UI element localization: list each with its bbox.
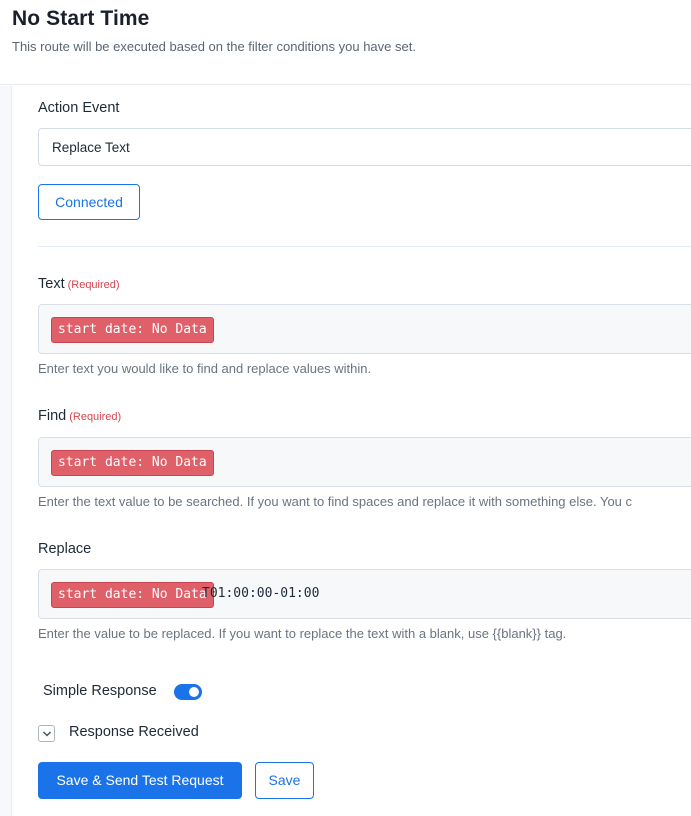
replace-input[interactable]: start date: No Data T01:00:00-01:00	[38, 569, 691, 619]
replace-label: Replace	[38, 541, 92, 557]
text-help: Enter text you would like to find and re…	[38, 361, 372, 376]
chevron-down-icon	[42, 731, 52, 737]
find-label: Find	[38, 408, 67, 424]
replace-help: Enter the value to be replaced. If you w…	[38, 626, 567, 641]
simple-response-label: Simple Response	[43, 683, 157, 699]
find-help: Enter the text value to be searched. If …	[38, 494, 633, 509]
left-rail	[0, 86, 12, 816]
text-variable-chip[interactable]: start date: No Data	[51, 317, 214, 343]
connected-button[interactable]: Connected	[38, 184, 140, 220]
save-send-test-button[interactable]: Save & Send Test Request	[38, 762, 242, 799]
find-field-label: Find (Required)	[38, 408, 121, 424]
page-subtitle: This route will be executed based on the…	[12, 39, 416, 54]
action-event-select[interactable]: Replace Text	[38, 128, 691, 166]
response-received-label: Response Received	[69, 724, 199, 740]
replace-variable-chip[interactable]: start date: No Data	[51, 582, 214, 608]
find-required-tag: (Required)	[69, 411, 122, 423]
action-event-label: Action Event	[38, 100, 120, 116]
find-variable-chip[interactable]: start date: No Data	[51, 450, 214, 476]
text-field-label: Text (Required)	[38, 276, 120, 292]
save-button[interactable]: Save	[255, 762, 314, 799]
text-input[interactable]: start date: No Data	[38, 304, 691, 354]
text-required-tag: (Required)	[67, 279, 120, 291]
find-input[interactable]: start date: No Data	[38, 437, 691, 487]
replace-suffix-text: T01:00:00-01:00	[202, 586, 320, 601]
text-label: Text	[38, 276, 65, 292]
page-title: No Start Time	[12, 7, 150, 30]
toggle-knob	[189, 687, 199, 697]
section-divider	[38, 246, 691, 247]
page-header: No Start Time This route will be execute…	[0, 0, 691, 85]
action-event-value: Replace Text	[52, 140, 130, 155]
response-received-expand-button[interactable]	[38, 725, 55, 742]
simple-response-toggle[interactable]	[174, 684, 202, 700]
